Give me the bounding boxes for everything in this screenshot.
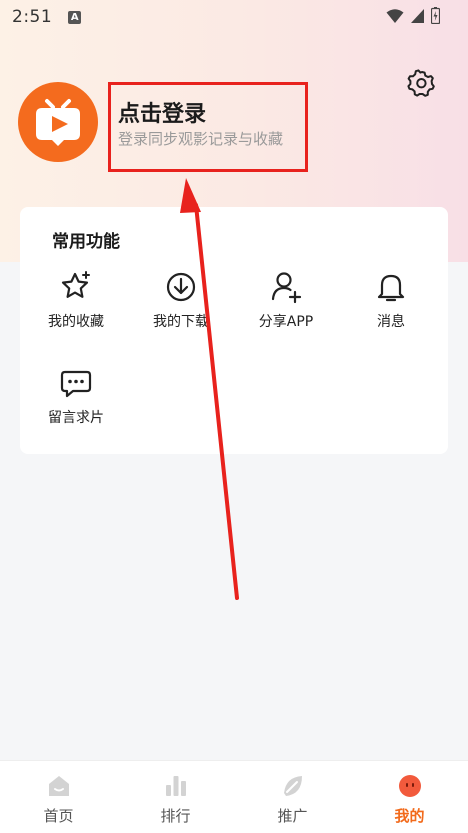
tv-play-logo-icon — [18, 82, 98, 162]
share-app-label: 分享APP — [258, 314, 314, 330]
notification-a-icon: A — [68, 10, 82, 24]
star-icon — [61, 271, 90, 298]
promote-icon — [283, 776, 302, 796]
profile-face-icon — [398, 775, 421, 797]
tab-mine-label: 我的 — [394, 807, 425, 825]
tab-home[interactable]: 首页 — [0, 761, 117, 833]
common-functions-card: 常用功能 我的收藏 我的下载 分享APP 消息 留言求片 — [20, 207, 448, 454]
share-app-button[interactable]: 分享APP — [241, 269, 331, 339]
request-movie-label: 留言求片 — [48, 410, 104, 426]
download-icon — [166, 272, 196, 302]
bottom-tab-bar: 首页 排行 推广 我的 — [0, 760, 468, 833]
tab-mine[interactable]: 我的 — [351, 761, 468, 833]
status-icons — [386, 7, 440, 24]
wifi-icon — [386, 8, 404, 23]
tab-promote[interactable]: 推广 — [234, 761, 351, 833]
tab-promote-label: 推广 — [277, 807, 308, 825]
tab-ranking-label: 排行 — [160, 807, 191, 825]
downloads-label: 我的下载 — [153, 314, 209, 330]
ranking-icon — [165, 776, 186, 796]
add-user-icon — [271, 272, 302, 304]
messages-button[interactable]: 消息 — [346, 269, 436, 339]
common-functions-title: 常用功能 — [52, 232, 120, 252]
home-icon — [48, 776, 69, 796]
downloads-button[interactable]: 我的下载 — [136, 269, 226, 339]
gear-icon — [407, 69, 435, 97]
request-movie-button[interactable]: 留言求片 — [31, 365, 121, 435]
signal-icon — [411, 8, 424, 23]
battery-icon — [431, 7, 440, 24]
favorites-label: 我的收藏 — [48, 314, 104, 330]
login-highlight-box — [108, 82, 308, 172]
status-bar: 2:51 A — [0, 0, 468, 34]
status-time: 2:51 — [12, 7, 53, 27]
settings-button[interactable] — [406, 68, 438, 100]
avatar[interactable] — [18, 82, 98, 162]
favorites-button[interactable]: 我的收藏 — [31, 269, 121, 339]
tab-home-label: 首页 — [43, 807, 74, 825]
chat-bubble-icon — [60, 370, 92, 398]
tab-ranking[interactable]: 排行 — [117, 761, 234, 833]
messages-label: 消息 — [377, 314, 405, 330]
bell-icon — [377, 274, 405, 302]
